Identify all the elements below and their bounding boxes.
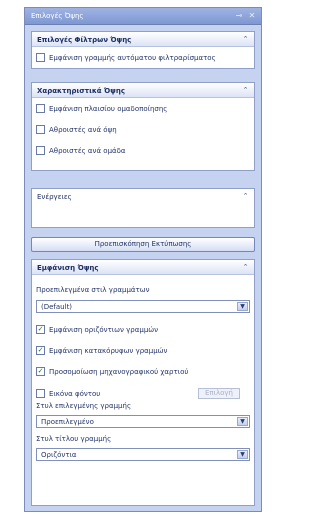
collapse-icon[interactable]: ⌃ bbox=[241, 192, 250, 201]
actions-panel-title: Ενέργειες bbox=[37, 193, 72, 201]
actions-panel-header[interactable]: Ενέργειες ⌃ bbox=[32, 189, 254, 204]
option-vertical-lines-row[interactable]: ✓ Εμφάνιση κατακόρυφων γραμμών bbox=[36, 345, 250, 357]
features-panel-header[interactable]: Χαρακτηριστικά Όψης ⌃ bbox=[32, 83, 254, 98]
option-label: Εμφάνιση πλαισίου ομαδοποίησης bbox=[49, 105, 168, 113]
checkbox-totals-per-view[interactable] bbox=[36, 125, 45, 134]
checkbox-ledger-paper[interactable]: ✓ bbox=[36, 367, 45, 376]
filters-panel-title: Επιλογές Φίλτρων Όψης bbox=[37, 36, 132, 44]
display-panel-header[interactable]: Εμφάνιση Όψης ⌃ bbox=[32, 260, 254, 275]
option-label: Εμφάνιση κατακόρυφων γραμμών bbox=[49, 347, 168, 355]
features-panel-title: Χαρακτηριστικά Όψης bbox=[37, 87, 125, 95]
actions-panel: Ενέργειες ⌃ bbox=[31, 188, 255, 228]
checkbox-auto-filter[interactable] bbox=[36, 53, 45, 62]
option-totals-per-view-row[interactable]: Αθροιστές ανά όψη bbox=[36, 124, 250, 136]
row-title-style-value: Οριζόντια bbox=[41, 451, 77, 459]
option-auto-filter-row[interactable]: Εμφάνιση γραμμής αυτόματου φιλτραρίσματο… bbox=[36, 52, 250, 64]
option-ledger-paper-row[interactable]: ✓ Προσομοίωση μηχανογραφικού χαρτιού bbox=[36, 366, 250, 378]
print-preview-button[interactable]: Προεπισκόπηση Εκτύπωσης bbox=[31, 237, 255, 252]
filters-panel: Επιλογές Φίλτρων Όψης ⌃ Εμφάνιση γραμμής… bbox=[31, 31, 255, 69]
option-totals-per-group-row[interactable]: Αθροιστές ανά ομάδα bbox=[36, 145, 250, 157]
display-panel: Εμφάνιση Όψης ⌃ Προεπιλεγμένα στιλ γραμμ… bbox=[31, 259, 255, 506]
option-label: Προσομοίωση μηχανογραφικού χαρτιού bbox=[49, 368, 189, 376]
option-group-box-row[interactable]: Εμφάνιση πλαισίου ομαδοποίησης bbox=[36, 103, 250, 115]
chevron-down-icon[interactable]: ▼ bbox=[237, 302, 248, 311]
chevron-down-icon[interactable]: ▼ bbox=[237, 417, 248, 426]
checkbox-horizontal-lines[interactable]: ✓ bbox=[36, 325, 45, 334]
collapse-icon[interactable]: ⌃ bbox=[241, 35, 250, 44]
predefined-style-value: (Default) bbox=[41, 303, 73, 311]
chevron-down-icon[interactable]: ▼ bbox=[237, 450, 248, 459]
checkbox-totals-per-group[interactable] bbox=[36, 146, 45, 155]
row-title-style-select[interactable]: Οριζόντια ▼ bbox=[36, 448, 250, 461]
close-icon[interactable]: ✕ bbox=[247, 11, 257, 21]
checkbox-vertical-lines[interactable]: ✓ bbox=[36, 346, 45, 355]
option-label: Εμφάνιση οριζόντιων γραμμών bbox=[49, 326, 159, 334]
option-label: Αθροιστές ανά ομάδα bbox=[49, 147, 126, 155]
selected-row-style-label: Στυλ επιλεγμένης γραμμής bbox=[36, 402, 132, 410]
view-options-window: Επιλογές Όψης ⊸ ✕ Επιλογές Φίλτρων Όψης … bbox=[24, 7, 262, 512]
selected-row-style-select[interactable]: Προεπιλεγμένο ▼ bbox=[36, 415, 250, 428]
window-title: Επιλογές Όψης bbox=[31, 12, 84, 20]
predefined-style-label: Προεπιλεγμένα στιλ γραμμάτων bbox=[36, 286, 150, 294]
collapse-icon[interactable]: ⌃ bbox=[241, 86, 250, 95]
option-label: Αθροιστές ανά όψη bbox=[49, 126, 117, 134]
option-horizontal-lines-row[interactable]: ✓ Εμφάνιση οριζόντιων γραμμών bbox=[36, 324, 250, 336]
predefined-style-select[interactable]: (Default) ▼ bbox=[36, 300, 250, 313]
option-label: Εμφάνιση γραμμής αυτόματου φιλτραρίσματο… bbox=[49, 54, 216, 62]
features-panel: Χαρακτηριστικά Όψης ⌃ Εμφάνιση πλαισίου … bbox=[31, 82, 255, 171]
checkbox-background-image[interactable] bbox=[36, 389, 45, 398]
pin-icon[interactable]: ⊸ bbox=[234, 11, 244, 21]
selected-row-style-value: Προεπιλεγμένο bbox=[41, 418, 94, 426]
select-background-button[interactable]: Επιλογή bbox=[198, 388, 240, 399]
filters-panel-header[interactable]: Επιλογές Φίλτρων Όψης ⌃ bbox=[32, 32, 254, 47]
collapse-icon[interactable]: ⌃ bbox=[241, 263, 250, 272]
display-panel-title: Εμφάνιση Όψης bbox=[37, 264, 99, 272]
checkbox-group-box[interactable] bbox=[36, 104, 45, 113]
title-bar[interactable]: Επιλογές Όψης ⊸ ✕ bbox=[25, 8, 261, 25]
row-title-style-label: Στυλ τίτλου γραμμής bbox=[36, 435, 112, 443]
